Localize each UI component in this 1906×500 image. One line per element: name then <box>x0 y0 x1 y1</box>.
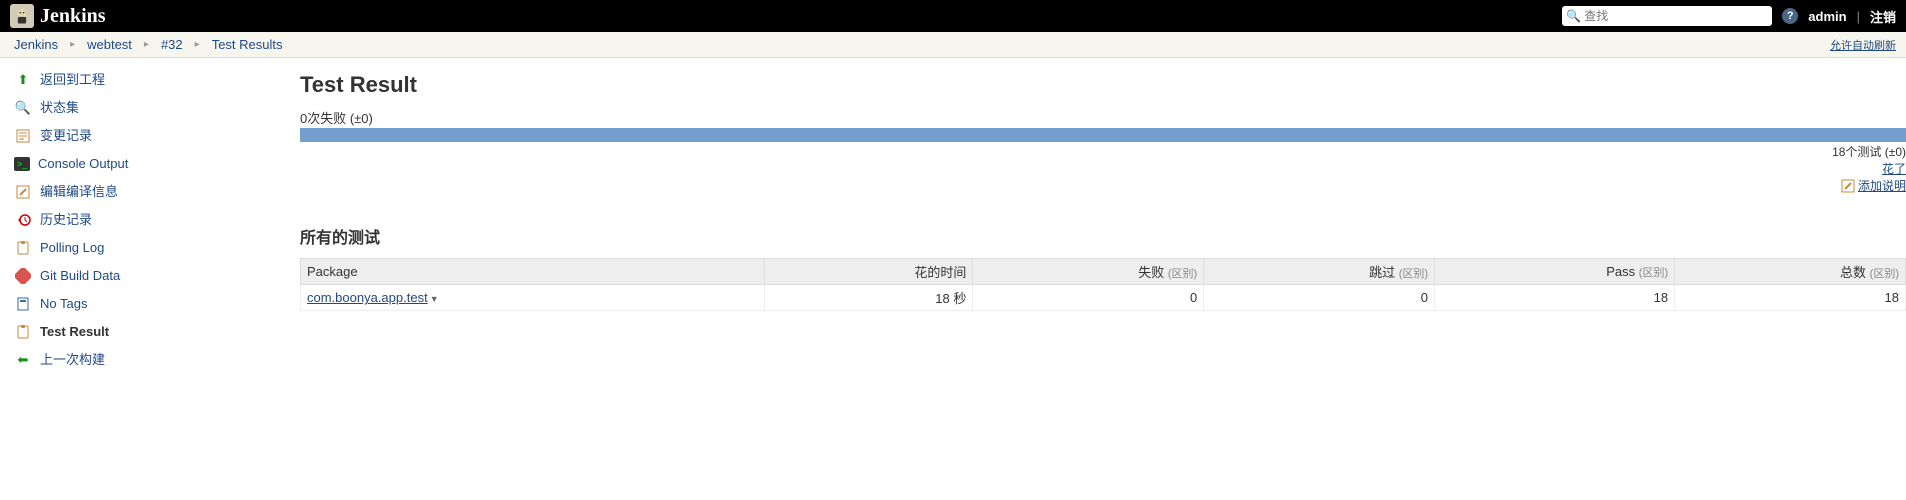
document-icon <box>14 127 32 145</box>
sidebar-item-label: 编辑编译信息 <box>40 182 118 202</box>
sidebar: ⬆ 返回到工程 🔍 状态集 变更记录 >_ Console Output 编辑编… <box>0 58 300 382</box>
sidebar-item-label: Test Result <box>40 322 109 342</box>
history-icon <box>14 211 32 229</box>
sidebar-item-label: 历史记录 <box>40 210 92 230</box>
sidebar-item-label: No Tags <box>40 294 87 314</box>
cell-duration: 18 秒 <box>764 285 973 311</box>
dropdown-icon[interactable]: ▼ <box>430 294 439 304</box>
pencil-icon <box>1841 179 1855 193</box>
clipboard-icon <box>14 239 32 257</box>
user-link[interactable]: admin <box>1808 9 1846 24</box>
crumb-build[interactable]: #32 <box>157 37 187 52</box>
sidebar-item-label: Console Output <box>38 154 128 174</box>
sidebar-item-label: 返回到工程 <box>40 70 105 90</box>
jenkins-logo[interactable]: Jenkins <box>10 4 106 28</box>
header-right: 🔍 ? admin | 注销 <box>1562 6 1896 26</box>
top-header: Jenkins 🔍 ? admin | 注销 <box>0 0 1906 32</box>
sidebar-item-label: Polling Log <box>40 238 104 258</box>
main-content: Test Result 0次失败 (±0) 18个测试 (±0) 花了 添加说明… <box>300 58 1906 382</box>
search-box[interactable]: 🔍 <box>1562 6 1772 26</box>
chevron-right-icon: ▸ <box>187 39 208 50</box>
sidebar-item-git[interactable]: Git Build Data <box>0 262 300 290</box>
all-tests-heading: 所有的测试 <box>300 224 1906 248</box>
col-total[interactable]: 总数 (区别) <box>1675 259 1906 285</box>
separator: | <box>1857 9 1860 24</box>
add-description-link[interactable]: 添加说明 <box>1858 179 1906 193</box>
sidebar-item-history[interactable]: 历史记录 <box>0 206 300 234</box>
sidebar-item-label: 状态集 <box>40 98 79 118</box>
cell-pass: 18 <box>1435 285 1675 311</box>
crumb-project[interactable]: webtest <box>83 37 136 52</box>
breadcrumb: Jenkins ▸ webtest ▸ #32 ▸ Test Results 允… <box>0 32 1906 58</box>
chevron-right-icon: ▸ <box>62 39 83 50</box>
git-icon <box>14 267 32 285</box>
clipboard-icon <box>14 323 32 341</box>
sidebar-item-test-result[interactable]: Test Result <box>0 318 300 346</box>
col-skip[interactable]: 跳过 (区别) <box>1204 259 1435 285</box>
crumb-jenkins[interactable]: Jenkins <box>10 37 62 52</box>
magnifier-icon: 🔍 <box>14 99 32 117</box>
search-icon: 🔍 <box>1566 9 1581 23</box>
edit-icon <box>14 183 32 201</box>
sidebar-item-changes[interactable]: 变更记录 <box>0 122 300 150</box>
logout-link[interactable]: 注销 <box>1870 7 1896 26</box>
sidebar-item-label: 变更记录 <box>40 126 92 146</box>
table-row: com.boonya.app.test▼ 18 秒 0 0 18 18 <box>301 285 1906 311</box>
terminal-icon: >_ <box>14 157 30 171</box>
col-duration[interactable]: 花的时间 <box>764 259 973 285</box>
sidebar-item-label: Git Build Data <box>40 266 120 286</box>
cell-skip: 0 <box>1204 285 1435 311</box>
sidebar-item-notags[interactable]: No Tags <box>0 290 300 318</box>
col-fail[interactable]: 失败 (区别) <box>973 259 1204 285</box>
col-pass[interactable]: Pass (区别) <box>1435 259 1675 285</box>
sidebar-item-console[interactable]: >_ Console Output <box>0 150 300 178</box>
col-package[interactable]: Package <box>301 259 765 285</box>
sidebar-item-previous[interactable]: ⬅ 上一次构建 <box>0 346 300 374</box>
sidebar-item-edit-build[interactable]: 编辑编译信息 <box>0 178 300 206</box>
sidebar-item-label: 上一次构建 <box>40 350 105 370</box>
cell-total: 18 <box>1675 285 1906 311</box>
tests-table: Package 花的时间 失败 (区别) 跳过 (区别) Pass (区别) 总… <box>300 258 1906 311</box>
search-input[interactable] <box>1584 9 1768 23</box>
took-link[interactable]: 花了 <box>1882 162 1906 176</box>
chevron-right-icon: ▸ <box>136 39 157 50</box>
sidebar-item-status[interactable]: 🔍 状态集 <box>0 94 300 122</box>
fail-summary: 0次失败 (±0) <box>300 108 1906 127</box>
page-title: Test Result <box>300 72 1906 98</box>
arrow-up-icon: ⬆ <box>14 71 32 89</box>
tests-count: 18个测试 (±0) <box>300 144 1906 161</box>
main-layout: ⬆ 返回到工程 🔍 状态集 变更记录 >_ Console Output 编辑编… <box>0 58 1906 382</box>
jenkins-logo-icon <box>10 4 34 28</box>
sidebar-item-back[interactable]: ⬆ 返回到工程 <box>0 66 300 94</box>
arrow-left-icon: ⬅ <box>14 351 32 369</box>
summary-right: 18个测试 (±0) 花了 添加说明 <box>300 144 1906 194</box>
auto-refresh-link[interactable]: 允许自动刷新 <box>1830 37 1896 53</box>
sidebar-item-polling[interactable]: Polling Log <box>0 234 300 262</box>
help-icon[interactable]: ? <box>1782 8 1798 24</box>
crumb-test-results[interactable]: Test Results <box>208 37 287 52</box>
package-link[interactable]: com.boonya.app.test <box>307 290 428 305</box>
tag-icon <box>14 295 32 313</box>
brand-text: Jenkins <box>40 5 106 28</box>
cell-fail: 0 <box>973 285 1204 311</box>
test-progress-bar <box>300 128 1906 142</box>
